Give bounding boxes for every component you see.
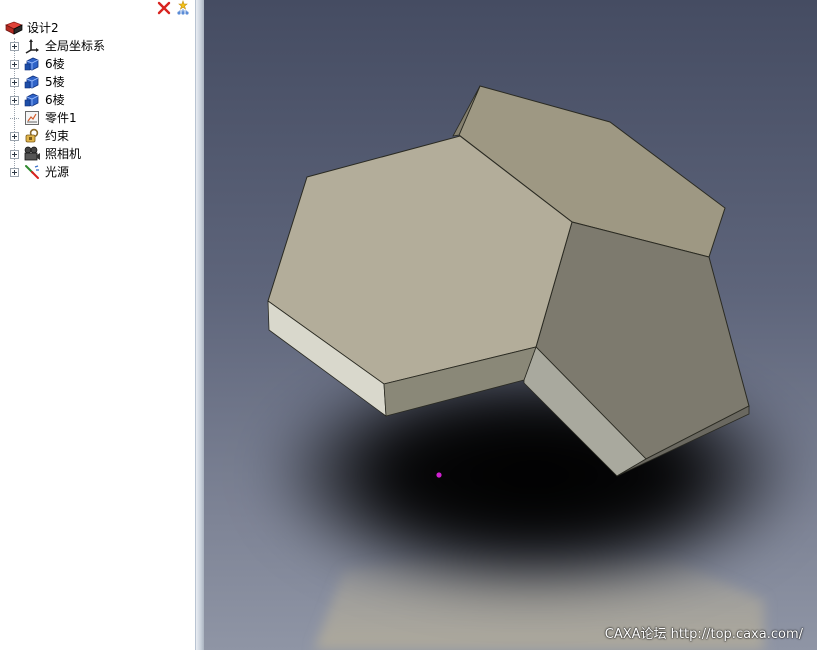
panel-toolbar: [156, 0, 191, 16]
tree-item-label: 光源: [45, 165, 70, 179]
tree-root-design[interactable]: 设计2: [5, 20, 59, 36]
axes-icon: [23, 38, 41, 54]
tree-item-solid[interactable]: 6棱: [10, 55, 65, 73]
expand-toggle[interactable]: [10, 131, 19, 141]
tree-item-label: 零件1: [45, 111, 77, 125]
design-root-icon: [5, 20, 23, 36]
tree-item-label: 5棱: [45, 75, 65, 89]
3d-viewport[interactable]: CAXA论坛 http://top.caxa.com/: [204, 0, 817, 650]
solid-part-icon: [23, 92, 41, 108]
tree-item-axes[interactable]: 全局坐标系: [10, 37, 105, 55]
solid-part-icon: [23, 56, 41, 72]
tree-item-label: 照相机: [45, 147, 82, 161]
design-tree-panel: 设计2 全局坐标系 6棱 5棱 6棱 零件1 约束 照相机 光源: [0, 0, 196, 650]
tree-item-label: 6棱: [45, 57, 65, 71]
constraint-icon: [23, 128, 41, 144]
expand-toggle[interactable]: [10, 95, 19, 105]
expand-toggle[interactable]: [10, 41, 19, 51]
tree-item-solid[interactable]: 6棱: [10, 91, 65, 109]
expand-toggle[interactable]: [10, 167, 19, 177]
tree-item-label: 全局坐标系: [45, 39, 106, 53]
tree-item-solid[interactable]: 5棱: [10, 73, 65, 91]
tree-item-constraint[interactable]: 约束: [10, 127, 69, 145]
tree-item-part[interactable]: 零件1: [10, 109, 77, 127]
camera-icon: [23, 146, 41, 162]
tree-item-camera[interactable]: 照相机: [10, 145, 81, 163]
watermark: CAXA论坛 http://top.caxa.com/: [604, 627, 803, 642]
expand-toggle[interactable]: [10, 59, 19, 69]
close-icon[interactable]: [156, 0, 172, 16]
selection-point: [436, 472, 442, 478]
tree-item-label: 约束: [45, 129, 70, 143]
filter-icon[interactable]: [175, 0, 191, 16]
tree-connector-stub: [10, 114, 19, 123]
scene-canvas: [264, 85, 804, 650]
part-sketch-icon: [23, 110, 41, 126]
expand-toggle[interactable]: [10, 149, 19, 159]
expand-toggle[interactable]: [10, 77, 19, 87]
tree-item-light[interactable]: 光源: [10, 163, 69, 181]
solid-part-icon: [23, 74, 41, 90]
tree-root-label: 设计2: [27, 21, 59, 35]
light-icon: [23, 164, 41, 180]
tree-item-label: 6棱: [45, 93, 65, 107]
panel-splitter[interactable]: [196, 0, 204, 650]
